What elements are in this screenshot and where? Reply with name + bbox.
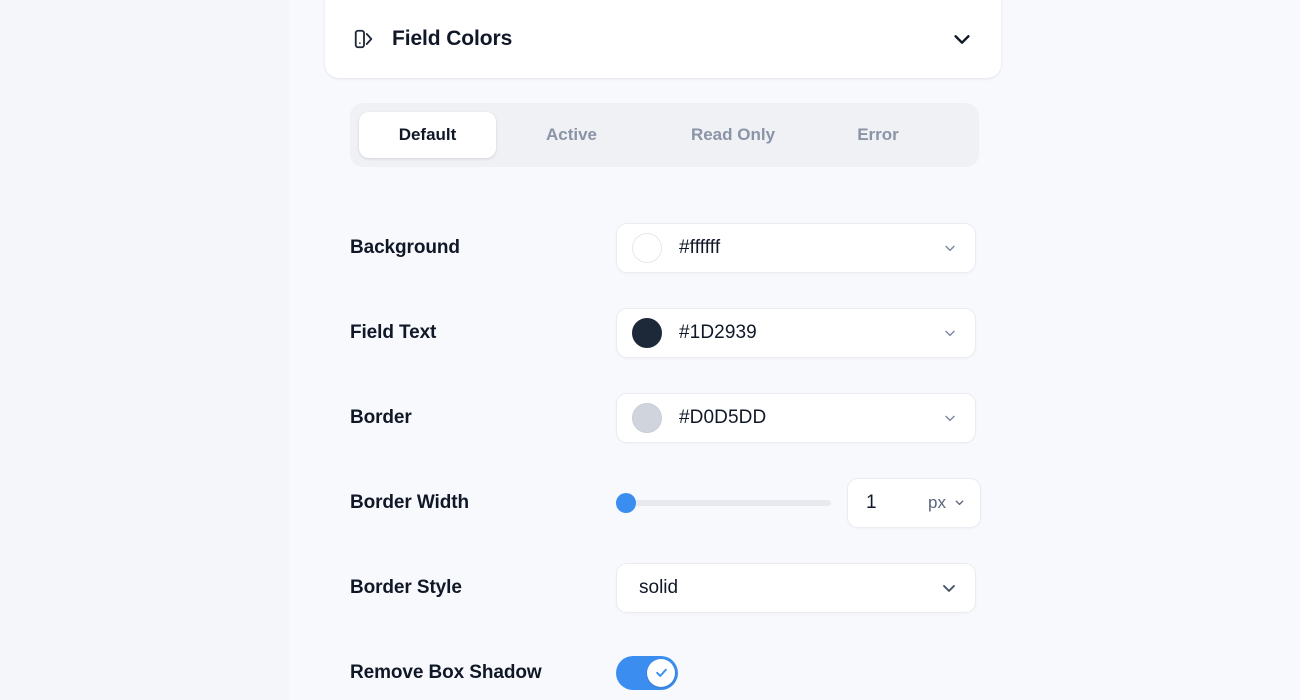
chevron-down-icon[interactable]	[949, 26, 975, 52]
field-text-color-swatch[interactable]	[632, 317, 662, 348]
border-width-unit[interactable]: px	[928, 493, 946, 513]
label-field-text: Field Text	[350, 321, 437, 343]
chevron-down-icon[interactable]	[941, 409, 959, 427]
border-width-slider[interactable]	[616, 478, 831, 528]
border-width-number-field[interactable]: 1 px	[847, 477, 981, 528]
check-icon	[655, 668, 667, 677]
section-title: Field Colors	[392, 27, 513, 50]
row-border: Border #D0D5DD	[350, 375, 1040, 460]
label-border-width: Border Width	[350, 491, 469, 513]
state-tabs: Default Active Read Only Error	[350, 103, 979, 167]
chevron-down-icon[interactable]	[938, 577, 960, 599]
chevron-down-icon[interactable]	[952, 496, 966, 510]
field-colors-section-header[interactable]: Field Colors	[351, 26, 975, 52]
border-color-value: #D0D5DD	[679, 406, 767, 428]
field-colors-icon	[351, 26, 377, 52]
chevron-down-icon[interactable]	[941, 324, 959, 342]
tab-error[interactable]: Error	[819, 112, 937, 158]
row-field-text: Field Text #1D2939	[350, 290, 1040, 375]
field-text-color-value: #1D2939	[679, 321, 757, 343]
left-panel	[0, 0, 289, 700]
label-border-style: Border Style	[350, 576, 462, 598]
tab-read-only[interactable]: Read Only	[647, 112, 819, 158]
tab-active[interactable]: Active	[496, 112, 647, 158]
background-color-field[interactable]: #ffffff	[616, 222, 976, 273]
label-border: Border	[350, 406, 412, 428]
border-style-value: solid	[639, 576, 679, 598]
field-colors-section-card: Field Colors	[325, 0, 1001, 78]
border-color-field[interactable]: #D0D5DD	[616, 392, 976, 443]
label-background: Background	[350, 236, 460, 258]
border-color-swatch[interactable]	[632, 402, 662, 433]
border-width-value[interactable]: 1	[866, 492, 928, 514]
tab-default[interactable]: Default	[359, 112, 496, 158]
row-remove-box-shadow: Remove Box Shadow	[350, 630, 1040, 700]
row-border-width: Border Width 1 px	[350, 460, 1040, 545]
label-remove-box-shadow: Remove Box Shadow	[350, 661, 542, 683]
slider-thumb[interactable]	[616, 492, 636, 513]
background-color-value: #ffffff	[679, 236, 721, 258]
property-rows: Background #ffffff Field Text #1D2939 Bo…	[350, 205, 1040, 700]
settings-screen: Field Colors Default Active Read Only Er…	[0, 0, 1300, 700]
row-border-style: Border Style solid	[350, 545, 1040, 630]
chevron-down-icon[interactable]	[941, 239, 959, 257]
border-style-select[interactable]: solid	[616, 562, 976, 613]
content-area: Field Colors Default Active Read Only Er…	[289, 0, 1300, 700]
background-color-swatch[interactable]	[632, 232, 662, 263]
field-text-color-field[interactable]: #1D2939	[616, 307, 976, 358]
remove-box-shadow-toggle[interactable]	[616, 655, 678, 690]
slider-track[interactable]	[616, 492, 831, 513]
toggle-knob	[647, 658, 675, 687]
row-background: Background #ffffff	[350, 205, 1040, 290]
